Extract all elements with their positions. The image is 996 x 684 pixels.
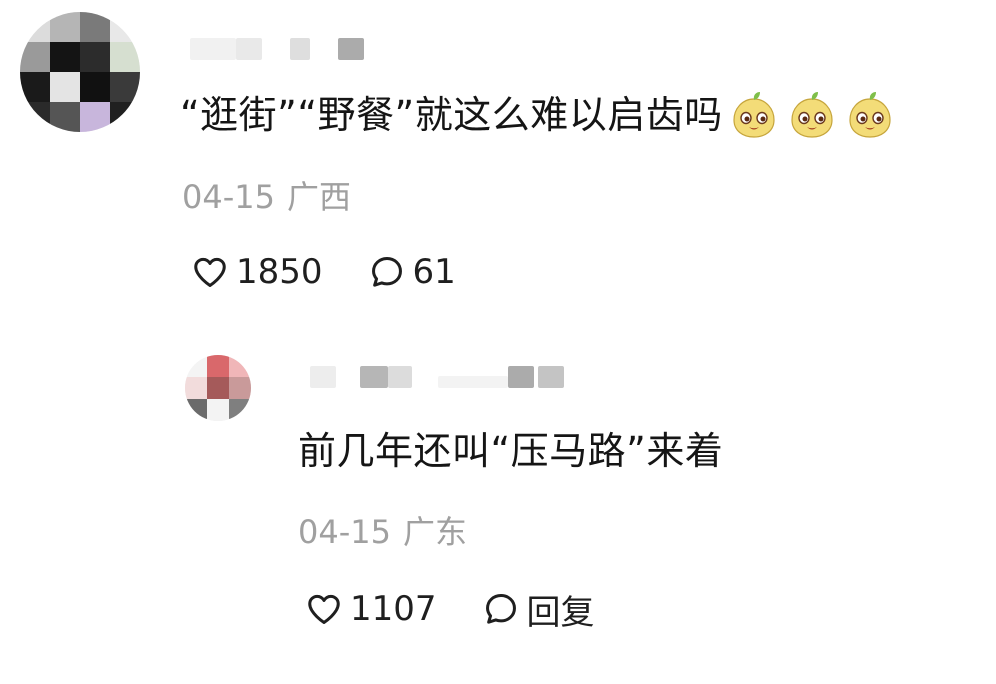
mango-face-emoji-icon bbox=[791, 91, 833, 138]
username[interactable] bbox=[190, 30, 390, 64]
comment-meta: 04-15 广西 bbox=[182, 178, 351, 216]
reply-button[interactable]: 回复 bbox=[481, 585, 595, 634]
comment-actions: 1107 回复 bbox=[304, 585, 595, 634]
comment-button[interactable]: 61 bbox=[367, 252, 456, 292]
comment-date: 04-15 bbox=[182, 178, 275, 216]
heart-outline-icon bbox=[304, 589, 344, 629]
comment-date: 04-15 bbox=[298, 513, 391, 551]
comment-text: “逛街”“野餐”就这么难以启齿吗 bbox=[180, 90, 895, 143]
avatar[interactable] bbox=[185, 355, 251, 421]
like-button[interactable]: 1850 bbox=[190, 252, 323, 292]
comment-text-content: “逛街”“野餐”就这么难以启齿吗 bbox=[180, 93, 723, 137]
emoji-group bbox=[729, 90, 895, 140]
heart-outline-icon bbox=[190, 252, 230, 292]
mango-face-emoji-icon bbox=[733, 91, 775, 138]
comment-meta: 04-15 广东 bbox=[298, 513, 467, 551]
comment-text: 前几年还叫“压马路”来着 bbox=[298, 429, 724, 473]
mango-face-emoji-icon bbox=[849, 91, 891, 138]
comment-actions: 1850 61 bbox=[190, 249, 456, 295]
username[interactable] bbox=[310, 358, 580, 392]
like-count: 1850 bbox=[236, 252, 323, 292]
comment-region: 广西 bbox=[286, 178, 351, 216]
avatar[interactable] bbox=[20, 12, 140, 132]
like-count: 1107 bbox=[350, 589, 437, 629]
speech-bubble-icon bbox=[367, 252, 407, 292]
reply-label: 回复 bbox=[526, 592, 595, 633]
like-button[interactable]: 1107 bbox=[304, 589, 437, 629]
comment-region: 广东 bbox=[402, 513, 467, 551]
reply-count: 61 bbox=[412, 252, 456, 292]
speech-bubble-icon bbox=[481, 589, 521, 629]
